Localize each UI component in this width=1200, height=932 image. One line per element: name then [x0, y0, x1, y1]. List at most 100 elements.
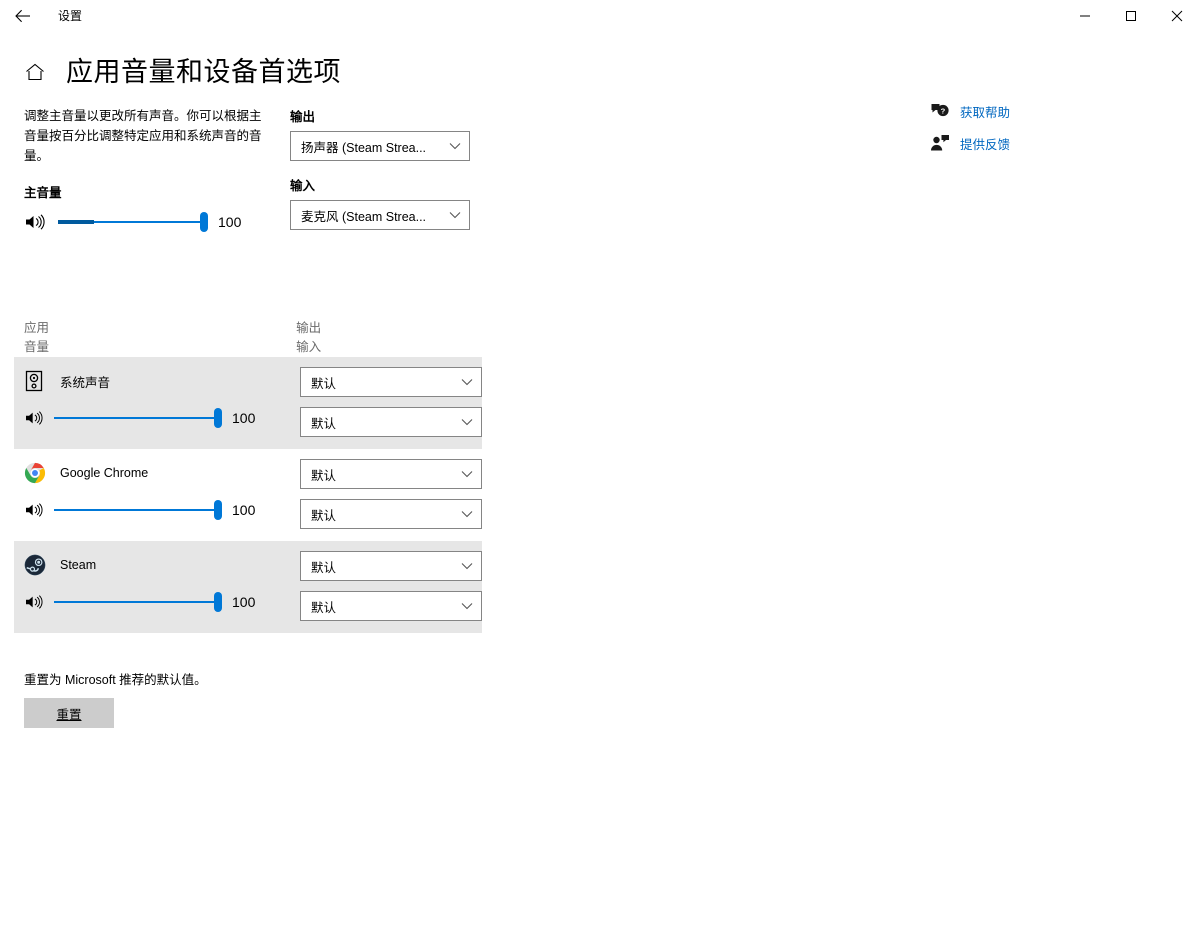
give-feedback-label: 提供反馈	[960, 137, 1011, 152]
output-device-value: 扬声器 (Steam Strea...	[301, 140, 427, 155]
maximize-icon	[1125, 10, 1137, 22]
back-button[interactable]	[0, 0, 46, 32]
speaker-icon	[24, 410, 50, 426]
input-device-value: 麦克风 (Steam Strea...	[301, 209, 427, 224]
app-output-dropdown[interactable]: 默认	[300, 459, 482, 489]
chrome-icon	[24, 462, 52, 484]
app-volume-table: 应用 音量 输出 输入 系统声音 100 默认 默认 Google Chrome…	[14, 319, 482, 633]
steam-icon	[24, 554, 52, 576]
system-sounds-icon	[24, 370, 52, 392]
output-label: 输出	[290, 110, 316, 124]
slider-thumb[interactable]	[214, 408, 222, 428]
chevron-down-icon	[459, 602, 473, 610]
app-output-dropdown[interactable]: 默认	[300, 367, 482, 397]
chevron-down-icon	[447, 142, 461, 150]
app-input-value: 默认	[311, 508, 337, 523]
app-volume-value: 100	[232, 410, 256, 426]
column-header-input: 输入	[296, 340, 322, 354]
app-output-value: 默认	[311, 560, 337, 575]
page-header: 应用音量和设备首选项	[0, 50, 1200, 94]
get-help-link[interactable]: ? 获取帮助	[930, 98, 1150, 124]
chevron-down-icon	[459, 562, 473, 570]
svg-text:?: ?	[941, 107, 946, 116]
app-volume-slider[interactable]	[54, 407, 222, 429]
reset-description: 重置为 Microsoft 推荐的默认值。	[24, 673, 207, 687]
help-icon: ?	[930, 102, 960, 120]
slider-thumb[interactable]	[214, 500, 222, 520]
app-volume-slider[interactable]	[54, 591, 222, 613]
app-row-left: 系统声音 100	[24, 367, 300, 437]
reset-button[interactable]: 重置	[24, 698, 114, 728]
table-column-headers: 应用 音量 输出 输入	[14, 319, 482, 357]
home-icon[interactable]	[22, 59, 48, 85]
column-header-device-group: 输出 输入	[296, 319, 482, 357]
app-volume-value: 100	[232, 502, 256, 518]
close-button[interactable]	[1154, 0, 1200, 32]
device-column: 输出 扬声器 (Steam Strea... 输入 麦克风 (Steam Str…	[290, 106, 490, 230]
slider-thumb[interactable]	[214, 592, 222, 612]
speaker-icon	[24, 502, 50, 518]
window-title: 设置	[58, 9, 83, 23]
related-links: ? 获取帮助 提供反馈	[930, 98, 1150, 162]
input-label: 输入	[290, 179, 316, 193]
minimize-button[interactable]	[1062, 0, 1108, 32]
page-title: 应用音量和设备首选项	[66, 56, 341, 87]
master-volume-value: 100	[218, 214, 242, 230]
app-input-dropdown[interactable]: 默认	[300, 407, 482, 437]
app-identity: 系统声音	[24, 367, 300, 395]
column-header-app: 应用	[24, 321, 50, 335]
slider-track-filled	[58, 220, 94, 224]
chevron-down-icon	[459, 418, 473, 426]
chevron-down-icon	[459, 470, 473, 478]
chevron-down-icon	[447, 211, 461, 219]
app-volume-row: 100	[24, 589, 300, 615]
app-output-value: 默认	[311, 468, 337, 483]
app-input-dropdown[interactable]: 默认	[300, 499, 482, 529]
column-header-output: 输出	[296, 321, 322, 335]
app-row-right: 默认 默认	[300, 551, 482, 621]
app-input-value: 默认	[311, 416, 337, 431]
back-arrow-icon	[15, 9, 31, 23]
speaker-icon	[24, 594, 50, 610]
app-input-value: 默认	[311, 600, 337, 615]
master-volume-label: 主音量	[24, 186, 62, 200]
app-output-dropdown[interactable]: 默认	[300, 551, 482, 581]
app-input-dropdown[interactable]: 默认	[300, 591, 482, 621]
table-row: Google Chrome 100 默认 默认	[14, 449, 482, 541]
maximize-button[interactable]	[1108, 0, 1154, 32]
slider-track	[54, 601, 222, 603]
app-row-right: 默认 默认	[300, 367, 482, 437]
slider-track	[54, 509, 222, 511]
close-icon	[1171, 10, 1183, 22]
slider-thumb[interactable]	[200, 212, 208, 232]
app-volume-slider[interactable]	[54, 499, 222, 521]
app-row-right: 默认 默认	[300, 459, 482, 529]
master-volume-slider[interactable]	[58, 211, 208, 233]
app-row-left: Steam 100	[24, 551, 300, 621]
title-bar: 设置	[0, 0, 1200, 32]
app-name: Google Chrome	[60, 466, 149, 480]
app-output-value: 默认	[311, 376, 337, 391]
description-text: 调整主音量以更改所有声音。你可以根据主音量按百分比调整特定应用和系统声音的音量。	[24, 109, 262, 163]
app-identity: Google Chrome	[24, 459, 300, 487]
app-row-left: Google Chrome 100	[24, 459, 300, 529]
master-volume-column: 调整主音量以更改所有声音。你可以根据主音量按百分比调整特定应用和系统声音的音量。…	[24, 106, 286, 235]
get-help-label: 获取帮助	[960, 105, 1011, 120]
output-device-dropdown[interactable]: 扬声器 (Steam Strea...	[290, 131, 470, 161]
table-row: Steam 100 默认 默认	[14, 541, 482, 633]
slider-track	[54, 417, 222, 419]
column-header-app-group: 应用 音量	[24, 319, 296, 357]
content-area: 调整主音量以更改所有声音。你可以根据主音量按百分比调整特定应用和系统声音的音量。…	[0, 94, 1200, 728]
app-volume-value: 100	[232, 594, 256, 610]
speaker-icon	[24, 213, 50, 231]
window-controls	[1062, 0, 1200, 32]
feedback-icon	[930, 134, 960, 152]
app-name: Steam	[60, 558, 97, 572]
minimize-icon	[1079, 10, 1091, 22]
app-identity: Steam	[24, 551, 300, 579]
chevron-down-icon	[459, 378, 473, 386]
column-header-volume: 音量	[24, 340, 50, 354]
give-feedback-link[interactable]: 提供反馈	[930, 130, 1150, 156]
master-volume-row: 100	[24, 209, 286, 235]
input-device-dropdown[interactable]: 麦克风 (Steam Strea...	[290, 200, 470, 230]
